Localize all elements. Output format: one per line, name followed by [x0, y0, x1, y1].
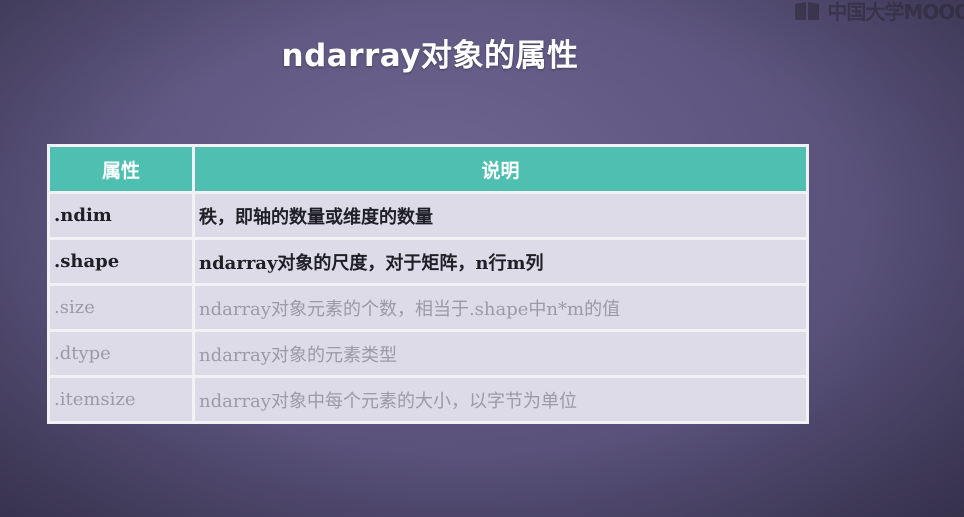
attribute-name: .size [50, 286, 192, 329]
attribute-name: .ndim [50, 194, 192, 237]
attribute-name: .dtype [50, 332, 192, 375]
attribute-name: .itemsize [50, 378, 192, 421]
mooc-watermark: 中国大学MOOC [793, 0, 964, 25]
attribute-description: 秩，即轴的数量或维度的数量 [195, 194, 806, 237]
attributes-table: 属性 说明 .ndim 秩，即轴的数量或维度的数量 .shape ndarray… [47, 144, 809, 424]
table-row: .shape ndarray对象的尺度，对于矩阵，n行m列 [50, 240, 806, 283]
table-row: .size ndarray对象元素的个数，相当于.shape中n*m的值 [50, 286, 806, 329]
attribute-description: ndarray对象的元素类型 [195, 332, 806, 375]
book-icon [793, 0, 821, 22]
watermark-text: 中国大学MOOC [827, 0, 964, 24]
header-description: 说明 [195, 147, 806, 191]
attribute-description: ndarray对象元素的个数，相当于.shape中n*m的值 [195, 286, 806, 329]
slide-title: ndarray对象的属性 [281, 38, 579, 74]
table-header-row: 属性 说明 [50, 147, 806, 191]
table-row: .dtype ndarray对象的元素类型 [50, 332, 806, 375]
table-row: .ndim 秩，即轴的数量或维度的数量 [50, 194, 806, 237]
attribute-name: .shape [50, 240, 192, 283]
attribute-description: ndarray对象的尺度，对于矩阵，n行m列 [195, 240, 806, 283]
attribute-description: ndarray对象中每个元素的大小，以字节为单位 [195, 378, 806, 421]
table-row: .itemsize ndarray对象中每个元素的大小，以字节为单位 [50, 378, 806, 421]
header-attribute: 属性 [50, 147, 192, 191]
